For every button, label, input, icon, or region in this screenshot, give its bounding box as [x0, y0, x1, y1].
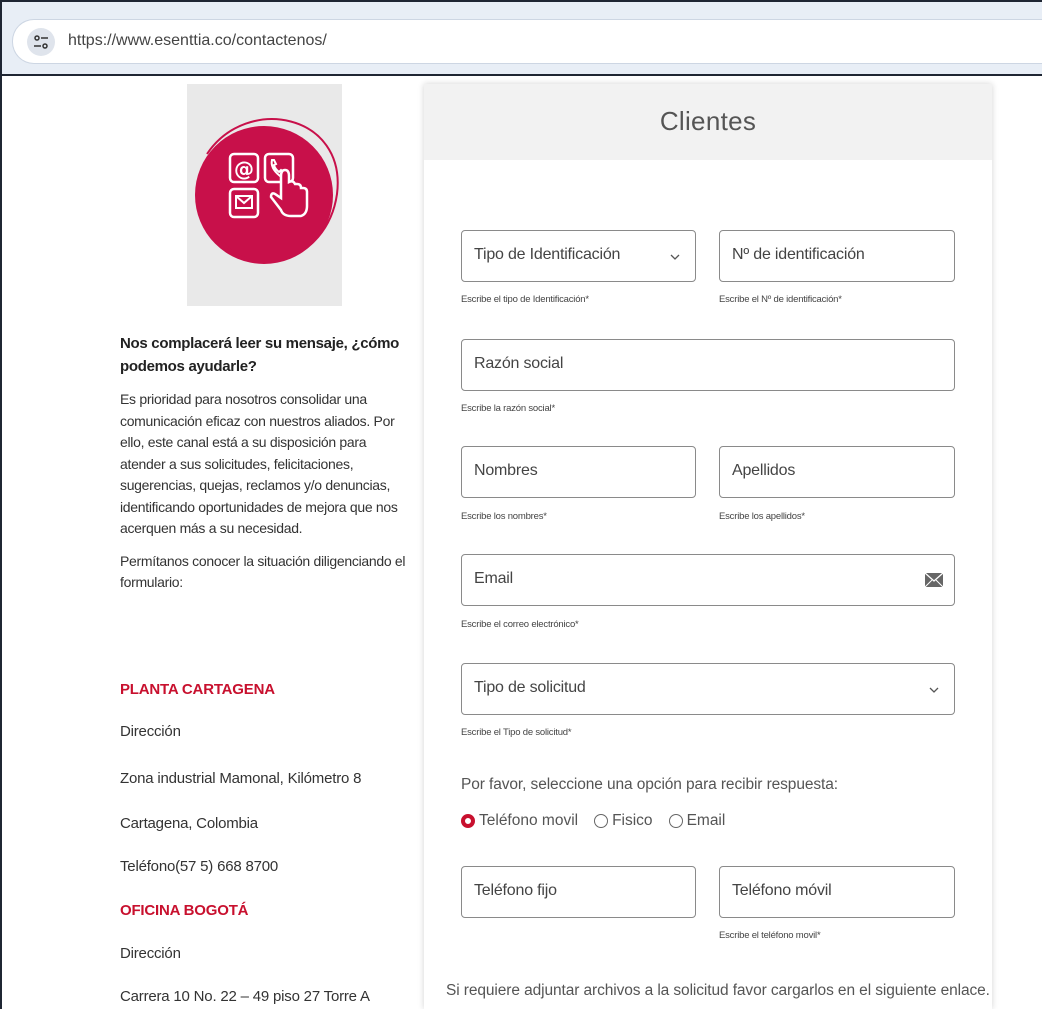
url-field[interactable]: https://www.esenttia.co/contactenos/ [12, 19, 1042, 64]
office-title-bogota: OFICINA BOGOTÁ [120, 902, 249, 919]
radio-button[interactable] [594, 814, 609, 828]
landline-field[interactable]: Teléfono fijo [461, 866, 696, 918]
email-label: Email [474, 570, 514, 587]
landline-label: Teléfono fijo [474, 882, 557, 899]
company-help: Escribe la razón social* [461, 403, 555, 414]
radio-option-mobile[interactable]: Teléfono movil [461, 812, 578, 830]
intro-cta: Permítanos conocer la situación diligenc… [120, 552, 406, 591]
chevron-down-icon [670, 254, 680, 260]
site-settings-icon[interactable] [27, 28, 55, 56]
office-address-label: Dirección [120, 945, 181, 962]
email-field[interactable]: Email [461, 554, 955, 606]
office-address-label: Dirección [120, 723, 181, 740]
first-names-label: Nombres [474, 462, 538, 479]
company-label: Razón social [474, 355, 564, 372]
office-address: Carrera 10 No. 22 – 49 piso 27 Torre A [120, 988, 370, 1005]
radio-label: Fisico [612, 812, 653, 829]
intro-body: Es prioridad para nosotros consolidar un… [120, 391, 398, 536]
first-names-help: Escribe los nombres* [461, 511, 547, 522]
radio-label: Email [686, 812, 726, 829]
url-text[interactable]: https://www.esenttia.co/contactenos/ [68, 32, 327, 50]
office-title-cartagena: PLANTA CARTAGENA [120, 681, 275, 698]
id-number-help: Escribe el Nº de identificación* [719, 294, 842, 305]
first-names-field[interactable]: Nombres [461, 446, 696, 498]
contact-intro: Nos complacerá leer su mensaje, ¿cómo po… [120, 332, 412, 594]
form-title: Clientes [659, 106, 757, 136]
radio-button[interactable] [668, 814, 683, 828]
chevron-down-icon [929, 687, 939, 693]
radio-button[interactable] [461, 814, 475, 828]
mobile-label: Teléfono móvil [732, 882, 832, 899]
contact-form-panel: Clientes Tipo de Identificación Escribe … [424, 84, 992, 1009]
id-type-label: Tipo de Identificación [474, 246, 621, 263]
radio-option-physical[interactable]: Fisico [594, 812, 653, 830]
window-frame [0, 76, 9, 1009]
last-names-label: Apellidos [732, 462, 796, 479]
response-question: Por favor, seleccione una opción para re… [461, 776, 838, 793]
intro-title: Nos complacerá leer su mensaje, ¿cómo po… [120, 335, 400, 375]
id-number-label: Nº de identificación [732, 246, 865, 263]
id-type-help: Escribe el tipo de Identificación* [461, 294, 589, 305]
mobile-help: Escribe el teléfono movil* [719, 930, 821, 941]
contact-illustration: @ [187, 84, 342, 306]
mobile-field[interactable]: Teléfono móvil [719, 866, 955, 918]
office-address: Zona industrial Mamonal, Kilómetro 8 [120, 770, 362, 787]
form-header: Clientes [424, 84, 992, 160]
browser-address-bar: https://www.esenttia.co/contactenos/ [0, 0, 1042, 76]
email-help: Escribe el correo electrónico* [461, 619, 579, 630]
last-names-help: Escribe los apellidos* [719, 511, 805, 522]
envelope-icon [924, 572, 944, 588]
office-city: Cartagena, Colombia [120, 815, 258, 832]
attach-note: Si requiere adjuntar archivos a la solic… [446, 982, 990, 999]
svg-text:@: @ [234, 157, 254, 181]
id-type-select[interactable]: Tipo de Identificación [461, 230, 696, 282]
request-type-help: Escribe el Tipo de solicitud* [461, 727, 572, 738]
company-field[interactable]: Razón social [461, 339, 955, 391]
response-radio-group: Teléfono movil Fisico Email [461, 810, 741, 832]
radio-label: Teléfono movil [479, 812, 579, 829]
id-number-field[interactable]: Nº de identificación [719, 230, 955, 282]
last-names-field[interactable]: Apellidos [719, 446, 955, 498]
radio-option-email[interactable]: Email [668, 812, 726, 830]
request-type-label: Tipo de solicitud [474, 679, 586, 696]
request-type-select[interactable]: Tipo de solicitud [461, 663, 955, 715]
office-phone: Teléfono(57 5) 668 8700 [120, 858, 279, 875]
